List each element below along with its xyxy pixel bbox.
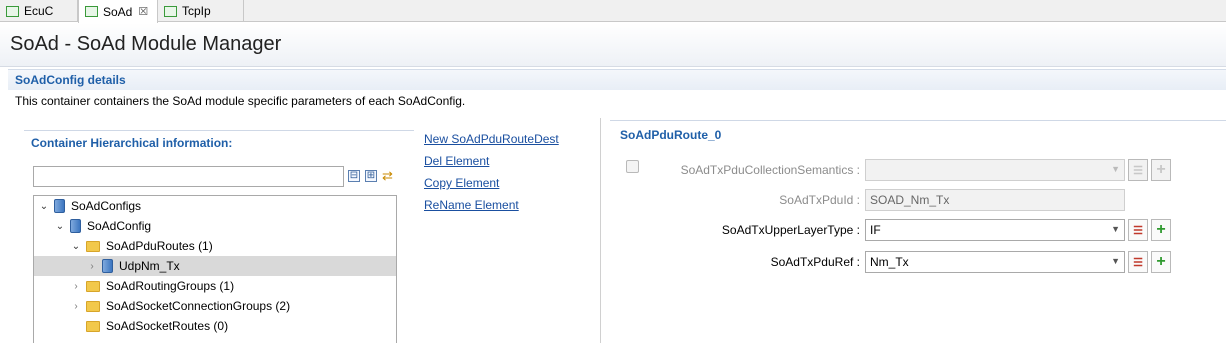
rename-element-link[interactable]: ReName Element	[424, 198, 519, 212]
section-header-bar	[8, 69, 1226, 90]
list-button[interactable]: ☰	[1128, 159, 1148, 181]
tree-item-label: SoAdSocketConnectionGroups (2)	[106, 299, 291, 313]
folder-icon	[86, 280, 100, 292]
add-button[interactable]: +	[1151, 219, 1171, 241]
tab-soad[interactable]: SoAd ☒	[78, 0, 158, 23]
del-element-link[interactable]: Del Element	[424, 154, 489, 168]
tree-item-soadpduroutes[interactable]: ⌄ SoAdPduRoutes (1)	[70, 236, 394, 256]
expand-all-icon[interactable]: ⊞	[365, 170, 377, 182]
list-icon: ☰	[1133, 256, 1143, 269]
tree-item-soadroutinggroups[interactable]: › SoAdRoutingGroups (1)	[70, 276, 394, 296]
list-icon: ☰	[1133, 224, 1143, 237]
list-icon: ☰	[1133, 164, 1143, 177]
tree-item-label: SoAdConfigs	[71, 199, 142, 213]
collection-semantics-select[interactable]: ▼	[865, 159, 1125, 181]
panel-divider[interactable]	[600, 118, 601, 343]
link-with-editor-icon[interactable]: ⇄	[382, 168, 393, 184]
tree-item-label: SoAdRoutingGroups (1)	[106, 279, 235, 293]
txpduid-field: SOAD_Nm_Tx	[865, 189, 1125, 211]
plus-icon: +	[1156, 161, 1166, 178]
chevron-down-icon: ▼	[1111, 224, 1120, 234]
list-button[interactable]: ☰	[1128, 219, 1148, 241]
container-icon	[54, 199, 65, 213]
tree-item-label: SoAdConfig	[87, 219, 152, 233]
new-soadpduroutedest-link[interactable]: New SoAdPduRouteDest	[424, 132, 559, 146]
module-icon	[6, 5, 19, 17]
expand-arrow-icon[interactable]: ⌄	[38, 201, 50, 212]
collapse-all-icon[interactable]: ⊟	[348, 170, 360, 182]
tree-item-soadconfig[interactable]: ⌄ SoAdConfig	[54, 216, 394, 236]
tree-item-label: UdpNm_Tx	[119, 259, 180, 273]
close-icon[interactable]: ☒	[138, 5, 148, 18]
container-tree[interactable]: ⌄ SoAdConfigs ⌄ SoAdConfig ⌄ SoAdPduRout…	[33, 195, 397, 343]
folder-icon	[86, 300, 100, 312]
expand-arrow-icon[interactable]: ⌄	[54, 221, 66, 232]
tab-tcpip[interactable]: TcpIp	[158, 0, 244, 22]
collapse-arrow-icon[interactable]: ›	[70, 301, 82, 312]
editor-tab-strip: EcuC SoAd ☒ TcpIp	[0, 0, 1226, 23]
plus-icon: +	[1156, 221, 1166, 238]
module-icon	[164, 5, 177, 17]
tree-item-soadsocketconnectiongroups[interactable]: › SoAdSocketConnectionGroups (2)	[70, 296, 394, 316]
hierarchy-title: Container Hierarchical information:	[31, 136, 233, 150]
upperlayertype-select[interactable]: IF ▼	[865, 219, 1125, 241]
tab-ecuc[interactable]: EcuC	[0, 0, 78, 22]
tree-filter-input[interactable]	[33, 166, 344, 187]
chevron-down-icon: ▼	[1111, 256, 1120, 266]
tab-label: EcuC	[24, 4, 54, 18]
editor-header: SoAd - SoAd Module Manager	[0, 23, 1226, 67]
list-button[interactable]: ☰	[1128, 251, 1148, 273]
folder-icon	[86, 240, 100, 252]
field-label-txpduref: SoAdTxPduRef :	[770, 255, 860, 269]
section-title: SoAdConfig details	[15, 73, 126, 87]
txpduref-select[interactable]: Nm_Tx ▼	[865, 251, 1125, 273]
add-button[interactable]: +	[1151, 251, 1171, 273]
tab-label: TcpIp	[182, 4, 211, 18]
select-value: IF	[870, 223, 881, 237]
field-label-txpduid: SoAdTxPduId :	[779, 193, 860, 207]
add-button[interactable]: +	[1151, 159, 1171, 181]
tree-item-soadconfigs[interactable]: ⌄ SoAdConfigs	[38, 196, 394, 216]
tree-item-label: SoAdPduRoutes (1)	[106, 239, 213, 253]
container-icon	[102, 259, 113, 273]
collection-semantics-checkbox[interactable]	[626, 160, 639, 173]
collapse-arrow-icon[interactable]: ›	[70, 281, 82, 292]
container-icon	[70, 219, 81, 233]
folder-icon	[86, 320, 100, 332]
tree-item-label: SoAdSocketRoutes (0)	[106, 319, 229, 333]
field-label-upperlayertype: SoAdTxUpperLayerType :	[721, 223, 860, 237]
tab-label: SoAd	[103, 4, 133, 19]
plus-icon: +	[1156, 253, 1166, 270]
collapse-arrow-icon[interactable]: ›	[86, 261, 98, 272]
copy-element-link[interactable]: Copy Element	[424, 176, 499, 190]
module-icon	[85, 6, 98, 17]
detail-title: SoAdPduRoute_0	[620, 128, 722, 142]
expand-arrow-icon[interactable]: ⌄	[70, 241, 82, 252]
page-title: SoAd - SoAd Module Manager	[10, 33, 282, 55]
tree-item-soadsocketroutes[interactable]: SoAdSocketRoutes (0)	[70, 316, 394, 336]
field-label-collection-semantics: SoAdTxPduCollectionSemantics :	[680, 163, 860, 177]
section-description: This container containers the SoAd modul…	[15, 94, 466, 108]
field-value: SOAD_Nm_Tx	[870, 193, 950, 207]
tree-item-udpnm-tx[interactable]: › UdpNm_Tx	[34, 256, 396, 276]
chevron-down-icon: ▼	[1111, 164, 1120, 174]
select-value: Nm_Tx	[870, 255, 909, 269]
